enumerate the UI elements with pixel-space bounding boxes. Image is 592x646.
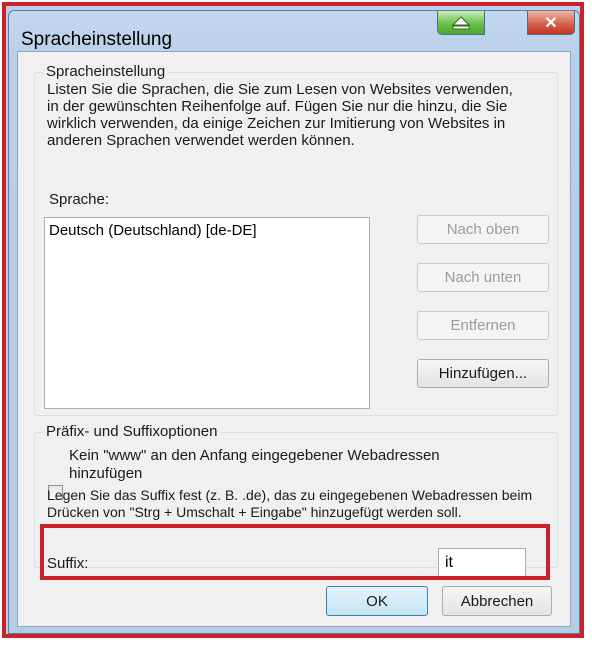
language-listbox[interactable]: Deutsch (Deutschland) [de-DE] [44, 217, 370, 409]
dialog-window: Spracheinstellung ✕ Spracheinstellung Li… [8, 10, 580, 634]
dialog-client-area: Spracheinstellung Listen Sie die Sprache… [17, 51, 571, 627]
suffix-group-legend: Präfix- und Suffixoptionen [43, 423, 221, 440]
move-down-button[interactable]: Nach unten [417, 263, 549, 292]
no-www-label-line2[interactable]: hinzufügen [69, 465, 142, 482]
restore-icon [452, 15, 470, 29]
suffix-description: Legen Sie das Suffix fest (z. B. .de), d… [47, 487, 533, 520]
language-group: Spracheinstellung Listen Sie die Sprache… [34, 63, 558, 416]
restore-button[interactable] [437, 11, 485, 35]
language-description: Listen Sie die Sprachen, die Sie zum Les… [47, 81, 513, 149]
language-group-legend: Spracheinstellung [43, 63, 169, 80]
titlebar: Spracheinstellung ✕ [9, 11, 579, 51]
close-icon: ✕ [544, 14, 558, 32]
suffix-input[interactable] [438, 548, 526, 578]
move-up-button[interactable]: Nach oben [417, 215, 549, 244]
window-title: Spracheinstellung [21, 29, 173, 50]
list-item[interactable]: Deutsch (Deutschland) [de-DE] [49, 222, 257, 239]
remove-button[interactable]: Entfernen [417, 311, 549, 340]
ok-button[interactable]: OK [326, 586, 428, 616]
cancel-button[interactable]: Abbrechen [442, 586, 552, 616]
close-button[interactable]: ✕ [527, 11, 575, 35]
language-list-label: Sprache: [49, 191, 110, 208]
suffix-label: Suffix: [47, 555, 89, 572]
no-www-label-line1[interactable]: Kein "www" an den Anfang eingegebener We… [69, 447, 440, 464]
add-button[interactable]: Hinzufügen... [417, 359, 549, 388]
